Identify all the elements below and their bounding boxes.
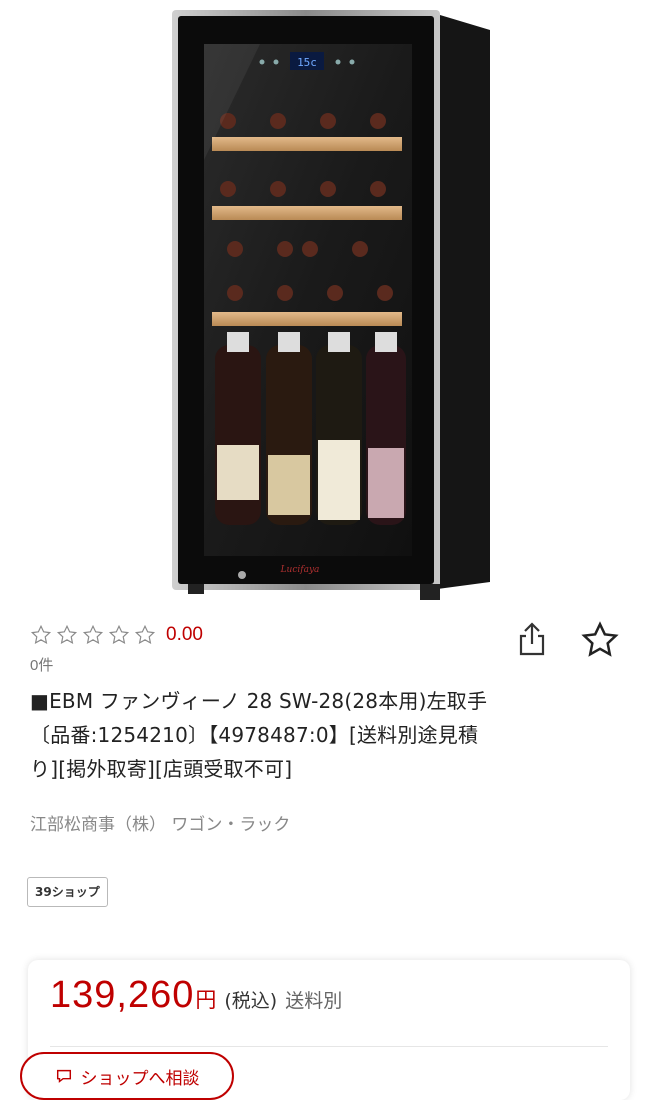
- star-outline-icon: [30, 624, 52, 645]
- divider: [50, 1046, 608, 1047]
- star-outline-icon: [82, 624, 104, 645]
- shop-badge: 39ショップ: [27, 877, 108, 907]
- product-title-line: り][掲外取寄][店頭受取不可]: [30, 757, 293, 781]
- product-image[interactable]: 15c Lucifaya: [0, 0, 660, 615]
- rating-value: 0.00: [166, 624, 203, 645]
- shop-category-link[interactable]: 江部松商事（株） ワゴン・ラック: [30, 810, 290, 835]
- product-title-line: 〔品番:1254210〕【4978487:0】[送料別途見積: [30, 723, 479, 747]
- star-outline-icon: [581, 621, 619, 657]
- favorite-button[interactable]: [580, 620, 620, 660]
- brand-logo: Lucifaya: [280, 565, 320, 575]
- star-outline-icon: [108, 624, 130, 645]
- consult-shop-label: ショップへ相談: [80, 1068, 200, 1089]
- temperature-display: 15c: [297, 56, 317, 69]
- share-button[interactable]: [514, 620, 550, 660]
- product-title-line: ■EBM ファンヴィーノ 28 SW-28(28本用)左取手: [30, 689, 488, 713]
- price-currency: 円: [195, 988, 217, 1012]
- rating-row[interactable]: 0.00: [30, 620, 203, 650]
- consult-shop-button[interactable]: ショップへ相談: [20, 1052, 234, 1100]
- price-tax-label: (税込): [224, 990, 278, 1012]
- shipping-label: 送料別: [285, 990, 343, 1012]
- review-count[interactable]: 0件: [30, 654, 53, 675]
- price-amount: 139,260: [50, 974, 195, 1016]
- share-icon: [519, 622, 545, 656]
- star-outline-icon: [134, 624, 156, 645]
- price-card: 139,260 円 (税込) 送料別 ショップへ相談: [20, 960, 630, 1100]
- product-title: ■EBM ファンヴィーノ 28 SW-28(28本用)左取手 〔品番:12542…: [30, 684, 630, 786]
- chat-icon: [56, 1069, 71, 1083]
- star-outline-icon: [56, 624, 78, 645]
- price-row: 139,260 円 (税込) 送料別: [50, 974, 342, 1017]
- wine-cellar-illustration: 15c Lucifaya: [172, 10, 490, 600]
